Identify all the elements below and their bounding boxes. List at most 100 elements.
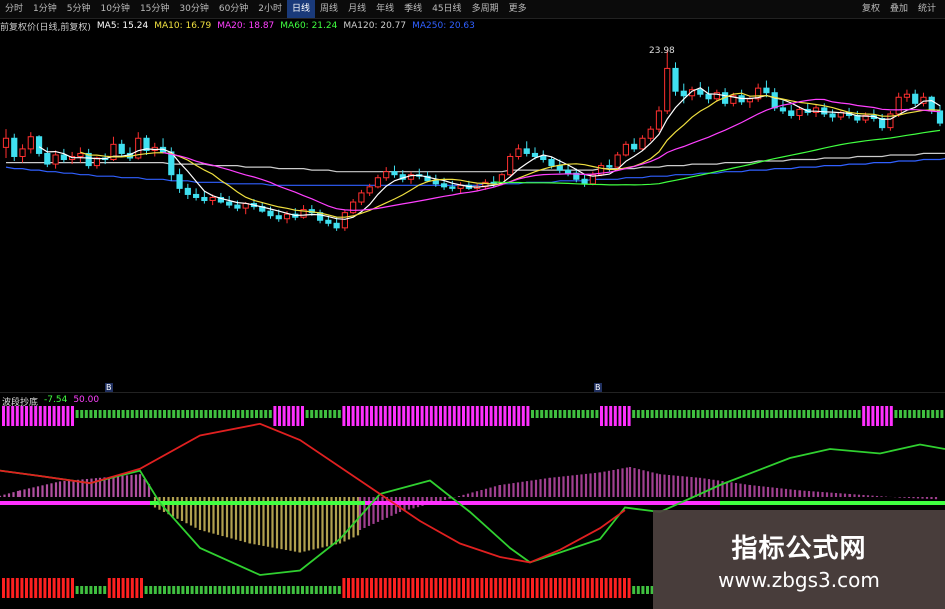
signal-bar xyxy=(241,586,245,594)
candle xyxy=(275,215,282,220)
candle xyxy=(507,155,514,176)
signal-bar xyxy=(843,410,847,418)
signal-bar xyxy=(825,410,829,418)
signal-bar xyxy=(15,578,19,598)
signal-bar xyxy=(393,578,396,598)
signal-bar xyxy=(314,410,318,418)
signal-bar xyxy=(595,410,599,418)
signal-bar xyxy=(586,410,590,418)
candle xyxy=(779,107,787,112)
signal-bar xyxy=(149,410,153,418)
candle xyxy=(35,136,43,154)
signal-bar xyxy=(140,578,143,598)
signal-bar xyxy=(301,406,304,426)
signal-bar xyxy=(751,410,755,418)
signal-bar xyxy=(558,410,562,418)
signal-bar xyxy=(922,410,925,418)
signal-bar xyxy=(715,410,718,418)
signal-bar xyxy=(839,410,843,418)
signal-bar xyxy=(411,406,415,426)
indicator-legend: 波段抄底 -7.54 50.00 xyxy=(2,395,99,408)
candle xyxy=(639,137,646,150)
candle xyxy=(680,90,687,97)
signal-bar xyxy=(581,410,585,418)
candle xyxy=(540,155,547,161)
signal-bar xyxy=(365,578,369,598)
high-price-label: 23.98 xyxy=(649,46,675,56)
signal-bar xyxy=(20,406,24,426)
signal-bar xyxy=(255,410,258,418)
signal-bar xyxy=(876,406,879,426)
signal-bar xyxy=(636,586,640,594)
signal-bar xyxy=(816,410,820,418)
signal-bar xyxy=(903,410,907,418)
signal-bar xyxy=(190,586,194,594)
signal-bar xyxy=(71,406,74,426)
signal-bar xyxy=(517,578,521,598)
signal-bar xyxy=(687,410,691,418)
signal-bar xyxy=(48,406,51,426)
signal-bar xyxy=(282,406,286,426)
ma20-line xyxy=(162,98,941,211)
signal-bar xyxy=(347,406,350,426)
signal-bar xyxy=(425,578,429,598)
signal-bar xyxy=(84,410,88,418)
signal-bar xyxy=(678,410,682,418)
signal-bar xyxy=(779,410,783,418)
signal-bar xyxy=(103,586,107,594)
signal-bar xyxy=(176,410,180,418)
signal-bar xyxy=(80,410,84,418)
signal-bar xyxy=(268,410,272,418)
signal-bar xyxy=(489,406,493,426)
signal-bar xyxy=(250,410,254,418)
signal-bar xyxy=(195,586,199,594)
signal-bar xyxy=(57,406,61,426)
signal-bar xyxy=(347,578,350,598)
signal-bar xyxy=(319,410,323,418)
signal-bar xyxy=(857,410,861,418)
signal-bar xyxy=(457,406,461,426)
signal-bar xyxy=(443,406,447,426)
candle xyxy=(606,165,613,168)
candle xyxy=(176,174,183,189)
candle xyxy=(515,148,522,157)
signal-bar xyxy=(158,410,162,418)
signal-bar xyxy=(862,406,866,426)
watermark-url: www.zbgs3.com xyxy=(718,568,880,592)
signal-bar xyxy=(701,410,705,418)
signal-bar xyxy=(117,578,120,598)
signal-bar xyxy=(572,578,576,598)
signal-bar xyxy=(443,578,447,598)
signal-bar xyxy=(466,578,470,598)
candle xyxy=(936,110,944,124)
candle xyxy=(440,183,448,188)
signal-bar xyxy=(29,578,33,598)
signal-bar xyxy=(926,410,930,418)
candle xyxy=(374,177,382,188)
signal-bar xyxy=(43,406,47,426)
signal-bar xyxy=(89,410,93,418)
signal-bar xyxy=(25,406,28,426)
signal-bar xyxy=(296,406,300,426)
signal-bar xyxy=(885,406,889,426)
signal-bar xyxy=(144,410,148,418)
signal-bar xyxy=(153,586,157,594)
signal-bar xyxy=(34,406,38,426)
signal-bar xyxy=(176,586,180,594)
signal-bar xyxy=(259,586,263,594)
signal-bar xyxy=(416,406,419,426)
signal-bar xyxy=(337,410,341,418)
candle xyxy=(341,212,348,229)
signal-bar xyxy=(232,410,235,418)
signal-bar xyxy=(135,410,139,418)
buy-flag: B xyxy=(105,383,113,392)
signal-bar xyxy=(291,586,295,594)
signal-bar xyxy=(567,410,571,418)
candle xyxy=(350,201,357,214)
signal-bar xyxy=(406,578,410,598)
signal-bar xyxy=(788,410,792,418)
signal-bar xyxy=(434,406,438,426)
signal-bar xyxy=(337,586,341,594)
indicator-value-1: -7.54 xyxy=(44,395,68,405)
candle xyxy=(788,110,795,116)
